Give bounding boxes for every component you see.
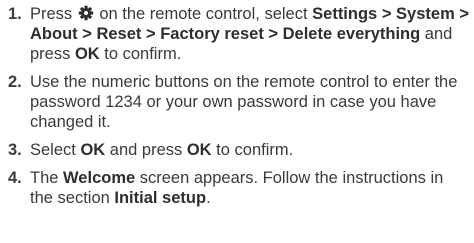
step-text-bold: OK	[186, 141, 212, 159]
step-text-segment: .	[206, 189, 211, 207]
step-text-segment: to confirm.	[211, 141, 294, 159]
gear-icon	[78, 5, 94, 21]
step-number: 4.	[8, 169, 22, 187]
step-text-segment: The	[30, 169, 64, 187]
step-item: 4. The Welcome screen appears. Follow th…	[8, 168, 470, 208]
step-text-segment: on the remote control, select	[94, 5, 313, 23]
step-text-segment: Use the numeric buttons on the remote co…	[30, 73, 458, 131]
step-item: 3. Select OK and press OK to confirm.	[8, 140, 470, 160]
step-text-segment: and press	[105, 141, 187, 159]
step-text-segment: to confirm.	[99, 45, 182, 63]
step-text-bold: OK	[74, 45, 100, 63]
instructions-page: 1. Press on the remote control, select S…	[0, 0, 474, 243]
steps-list: 1. Press on the remote control, select S…	[8, 4, 470, 216]
step-number: 3.	[8, 141, 22, 159]
step-item: 1. Press on the remote control, select S…	[8, 4, 470, 64]
step-number: 2.	[8, 73, 22, 91]
step-text-segment: Press	[30, 5, 77, 23]
step-text-bold: Welcome	[63, 169, 136, 187]
step-text-bold: Initial setup	[114, 189, 207, 207]
step-item: 2. Use the numeric buttons on the remote…	[8, 72, 470, 132]
step-text-bold: OK	[80, 141, 106, 159]
step-text: Use the numeric buttons on the remote co…	[30, 72, 470, 132]
step-text: Select OK and press OK to confirm.	[30, 140, 470, 160]
step-text: Press on the remote control, select Sett…	[30, 4, 470, 64]
step-text-segment: Select	[30, 141, 81, 159]
step-text: The Welcome screen appears. Follow the i…	[30, 168, 470, 208]
step-number: 1.	[8, 5, 22, 23]
